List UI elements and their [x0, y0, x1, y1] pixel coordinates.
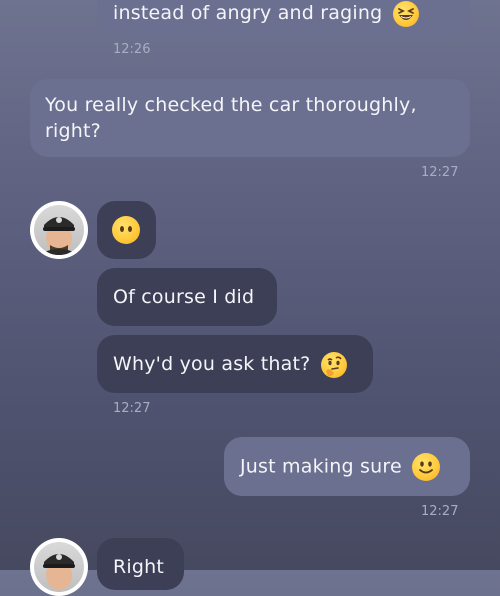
avatar-photo [34, 205, 84, 255]
message-bubble-incoming[interactable]: Right [97, 538, 184, 590]
message-text: Just making sure [240, 455, 402, 478]
message-text: Right [113, 556, 165, 578]
avatar-photo [34, 542, 84, 592]
thinking-face-icon [320, 351, 347, 378]
message-bubble-incoming[interactable]: Why'd you ask that? [97, 335, 373, 393]
grinning-squinting-face-icon [392, 0, 419, 27]
message-bubble-incoming[interactable]: Of course I did [97, 268, 277, 326]
message-text-line: You really checked the car thoroughly, [45, 94, 417, 116]
timestamp: 12:27 [113, 401, 151, 416]
message-bubble-outgoing[interactable]: You really checked the car thoroughly, r… [30, 79, 470, 157]
timestamp: 12:27 [421, 504, 459, 519]
message-text: instead of angry and raging [113, 2, 383, 24]
neutral-face-icon [112, 216, 140, 244]
contact-avatar[interactable] [30, 538, 88, 596]
message-text: Of course I did [113, 286, 255, 308]
timestamp: 12:26 [113, 42, 151, 57]
message-bubble-outgoing[interactable]: Just making sure [224, 437, 470, 496]
slightly-smiling-face-icon [412, 453, 441, 481]
contact-avatar[interactable] [30, 201, 88, 259]
message-bubble-incoming[interactable] [97, 201, 156, 259]
message-text-line: right? [45, 120, 101, 142]
message-text: Why'd you ask that? [113, 353, 311, 375]
timestamp: 12:27 [421, 165, 459, 180]
message-bubble-outgoing[interactable]: instead of angry and raging [97, 0, 470, 35]
